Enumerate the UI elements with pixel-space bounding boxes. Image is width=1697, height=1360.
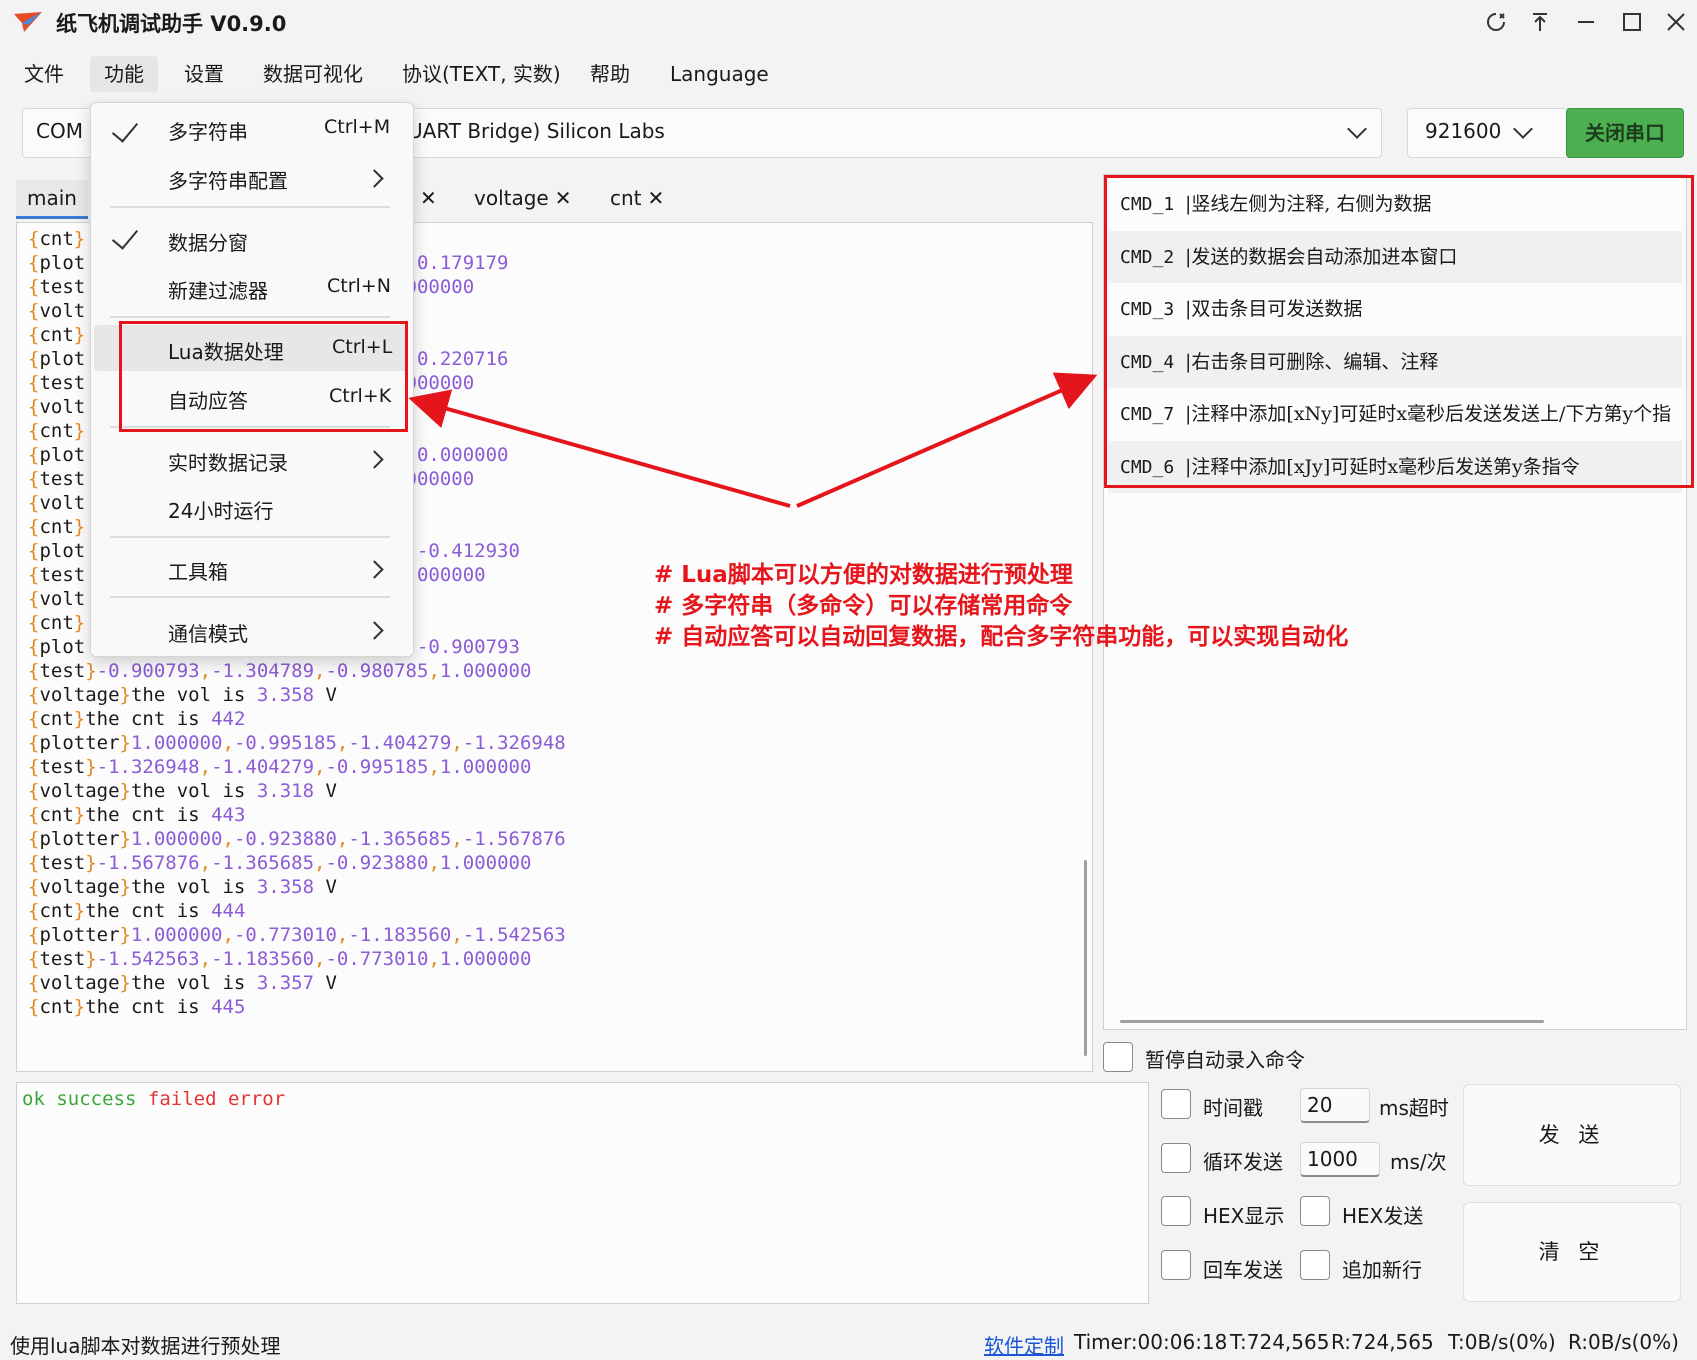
append-newline-checkbox[interactable] — [1300, 1250, 1330, 1280]
keyword-ok: ok — [22, 1088, 45, 1110]
annotation-line: # 自动应答可以自动回复数据，配合多字符串功能，可以实现自动化 — [654, 624, 1349, 650]
loop-interval-unit: ms/次 — [1390, 1150, 1447, 1174]
hex-send-checkbox[interactable] — [1300, 1196, 1330, 1226]
timestamp-checkbox[interactable] — [1161, 1089, 1191, 1119]
append-newline-label: 追加新行 — [1342, 1258, 1422, 1282]
timeout-unit: ms超时 — [1379, 1096, 1449, 1120]
loop-send-checkbox[interactable] — [1161, 1143, 1191, 1173]
keyword-failed: failed — [147, 1088, 217, 1110]
hex-display-label: HEX显示 — [1203, 1204, 1285, 1228]
send-input-text: ok success failed error — [22, 1088, 285, 1110]
pause-record-checkbox[interactable] — [1103, 1042, 1133, 1072]
hex-send-label: HEX发送 — [1342, 1204, 1424, 1228]
status-message: 使用lua脚本对数据进行预处理 — [10, 1334, 281, 1358]
keyword-error: error — [227, 1088, 286, 1110]
loop-interval-input[interactable]: 1000 — [1300, 1142, 1380, 1177]
hex-display-checkbox[interactable] — [1161, 1196, 1191, 1226]
timeout-input[interactable]: 20 — [1300, 1088, 1370, 1123]
annotation-line: # 多字符串（多命令）可以存储常用命令 — [654, 593, 1073, 619]
status-tx-rate: T:0B/s(0%) — [1448, 1330, 1556, 1354]
status-timer: Timer:00:06:18 — [1074, 1330, 1228, 1354]
status-tx-count: T:724,565 — [1230, 1330, 1330, 1354]
status-rx-count: R:724,565 — [1331, 1330, 1434, 1354]
annotation-text: # Lua脚本可以方便的对数据进行预处理 # 多字符串（多命令）可以存储常用命令… — [654, 560, 1348, 653]
enter-send-checkbox[interactable] — [1161, 1250, 1191, 1280]
keyword-success: success — [56, 1088, 137, 1110]
loop-send-label: 循环发送 — [1203, 1150, 1283, 1174]
timestamp-label: 时间戳 — [1203, 1096, 1263, 1120]
annotation-line: # Lua脚本可以方便的对数据进行预处理 — [654, 562, 1073, 588]
send-button[interactable]: 发 送 — [1463, 1084, 1681, 1186]
enter-send-label: 回车发送 — [1203, 1258, 1283, 1282]
pause-record-label: 暂停自动录入命令 — [1145, 1048, 1305, 1072]
status-rx-rate: R:0B/s(0%) — [1568, 1330, 1679, 1354]
custom-software-link[interactable]: 软件定制 — [984, 1330, 1064, 1359]
send-input-area[interactable] — [16, 1082, 1149, 1304]
clear-button[interactable]: 清 空 — [1463, 1202, 1681, 1302]
